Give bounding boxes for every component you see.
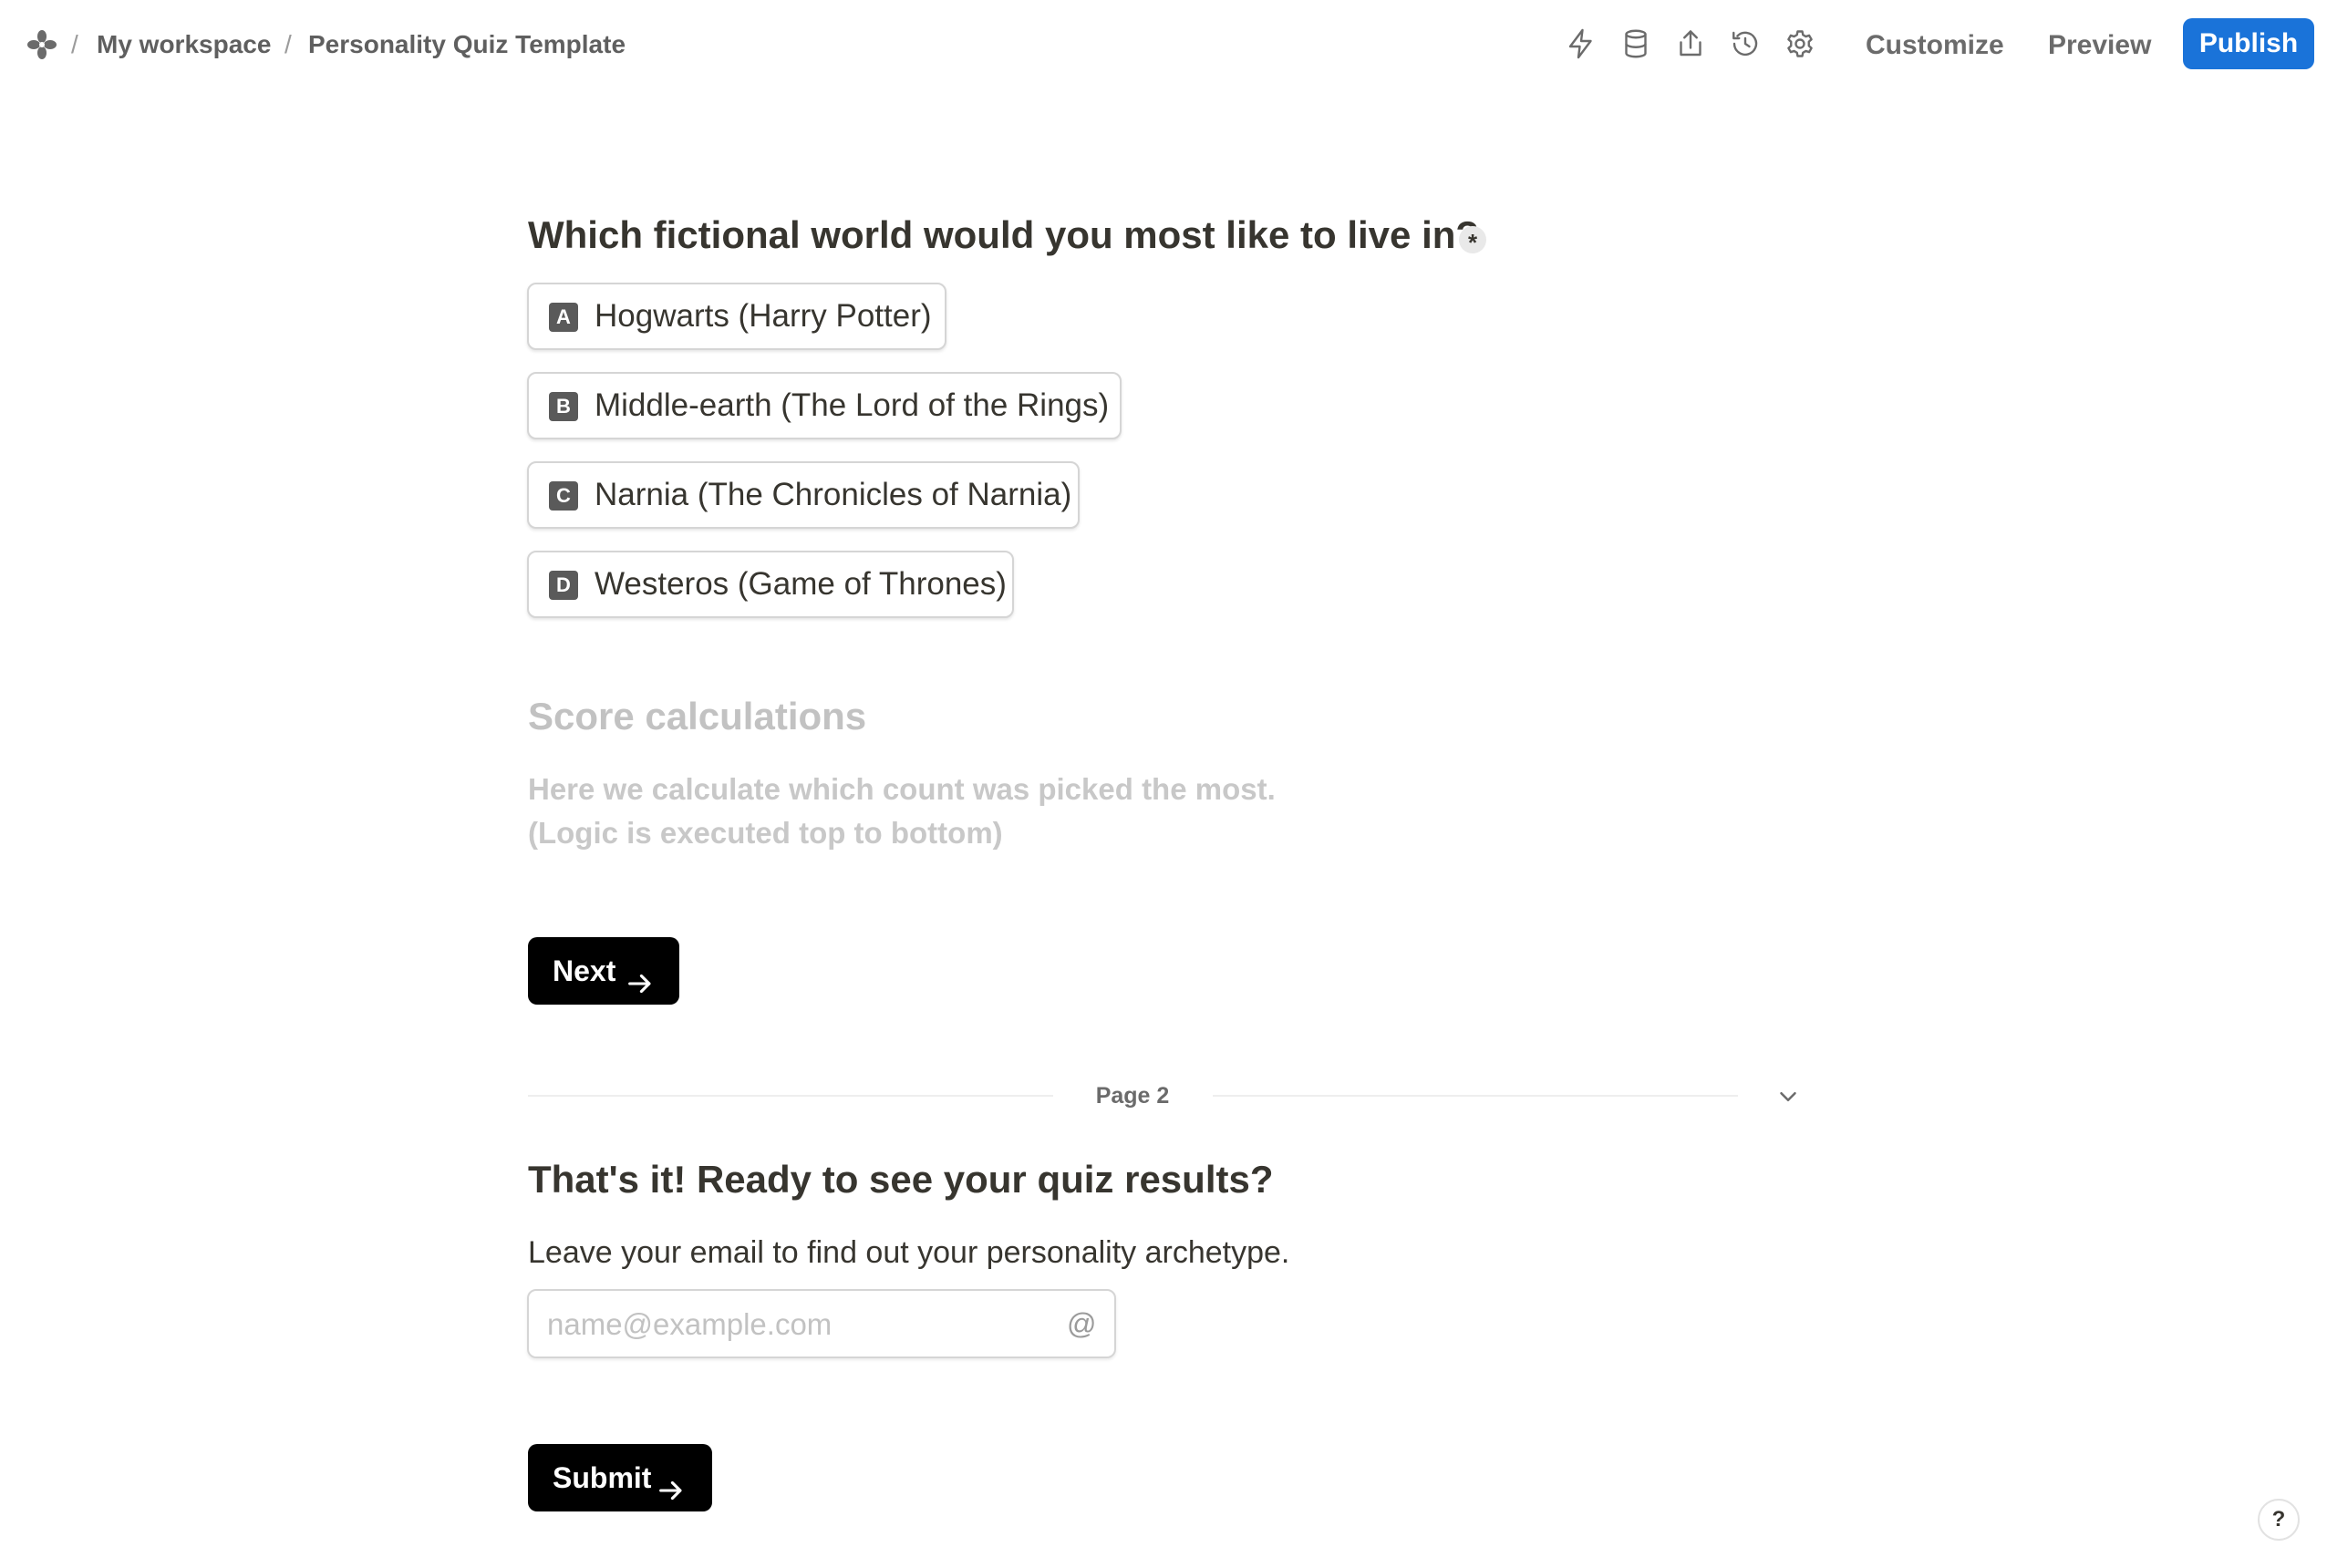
breadcrumb-separator: / (71, 30, 78, 58)
page-divider-label: Page 2 (1095, 1083, 1170, 1109)
share-icon[interactable] (1674, 27, 1707, 60)
breadcrumb-workspace[interactable]: My workspace (97, 28, 271, 61)
next-button[interactable]: Next (528, 937, 679, 1005)
history-icon[interactable] (1729, 27, 1762, 60)
at-sign-icon: @ (1067, 1307, 1097, 1340)
customize-button[interactable]: Customize (1866, 24, 2004, 67)
choice-key-badge: C (549, 481, 578, 511)
workspace-logo-icon[interactable] (26, 28, 58, 61)
submit-button-label: Submit (553, 1461, 652, 1494)
choice-option-b[interactable]: B Middle-earth (The Lord of the Rings) (527, 372, 1122, 439)
choice-label: Narnia (The Chronicles of Narnia) (595, 477, 1072, 512)
choice-option-a[interactable]: A Hogwarts (Harry Potter) (527, 283, 946, 350)
email-field[interactable]: @ (527, 1289, 1116, 1358)
chevron-down-icon[interactable] (1774, 1083, 1802, 1110)
score-description-line: (Logic is executed top to bottom) (528, 816, 1003, 850)
publish-button[interactable]: Publish (2183, 18, 2314, 69)
score-calculations-title: Score calculations (528, 695, 867, 738)
score-calculations-description: Here we calculate which count was picked… (528, 768, 1276, 855)
choice-key-badge: A (549, 303, 578, 332)
choice-label: Westeros (Game of Thrones) (595, 566, 1007, 602)
email-input[interactable] (545, 1298, 1041, 1351)
page2-description: Leave your email to find out your person… (528, 1235, 1290, 1270)
submit-button[interactable]: Submit (528, 1444, 712, 1511)
choice-key-badge: B (549, 392, 578, 421)
database-icon[interactable] (1619, 27, 1652, 60)
preview-button[interactable]: Preview (2048, 24, 2151, 67)
lightning-icon[interactable] (1565, 27, 1598, 60)
next-button-label: Next (553, 954, 616, 987)
breadcrumb-separator: / (284, 30, 292, 58)
gear-icon[interactable] (1784, 27, 1816, 60)
required-indicator: * (1459, 226, 1486, 256)
arrow-right-icon (656, 1462, 687, 1501)
choice-key-badge: D (549, 571, 578, 600)
score-description-line: Here we calculate which count was picked… (528, 772, 1276, 806)
choice-option-d[interactable]: D Westeros (Game of Thrones) (527, 551, 1014, 618)
top-bar: / My workspace / Personality Quiz Templa… (0, 0, 2327, 91)
help-button[interactable]: ? (2258, 1499, 2300, 1541)
choice-label: Hogwarts (Harry Potter) (595, 298, 932, 334)
question-title: Which fictional world would you most lik… (528, 213, 1480, 256)
choice-label: Middle-earth (The Lord of the Rings) (595, 387, 1110, 423)
arrow-right-icon (625, 955, 656, 994)
page-divider-line (1213, 1095, 1738, 1097)
page2-title: That's it! Ready to see your quiz result… (528, 1158, 1274, 1201)
breadcrumb-form-name[interactable]: Personality Quiz Template (308, 28, 626, 61)
page-divider-line (528, 1095, 1053, 1097)
choice-option-c[interactable]: C Narnia (The Chronicles of Narnia) (527, 461, 1080, 529)
